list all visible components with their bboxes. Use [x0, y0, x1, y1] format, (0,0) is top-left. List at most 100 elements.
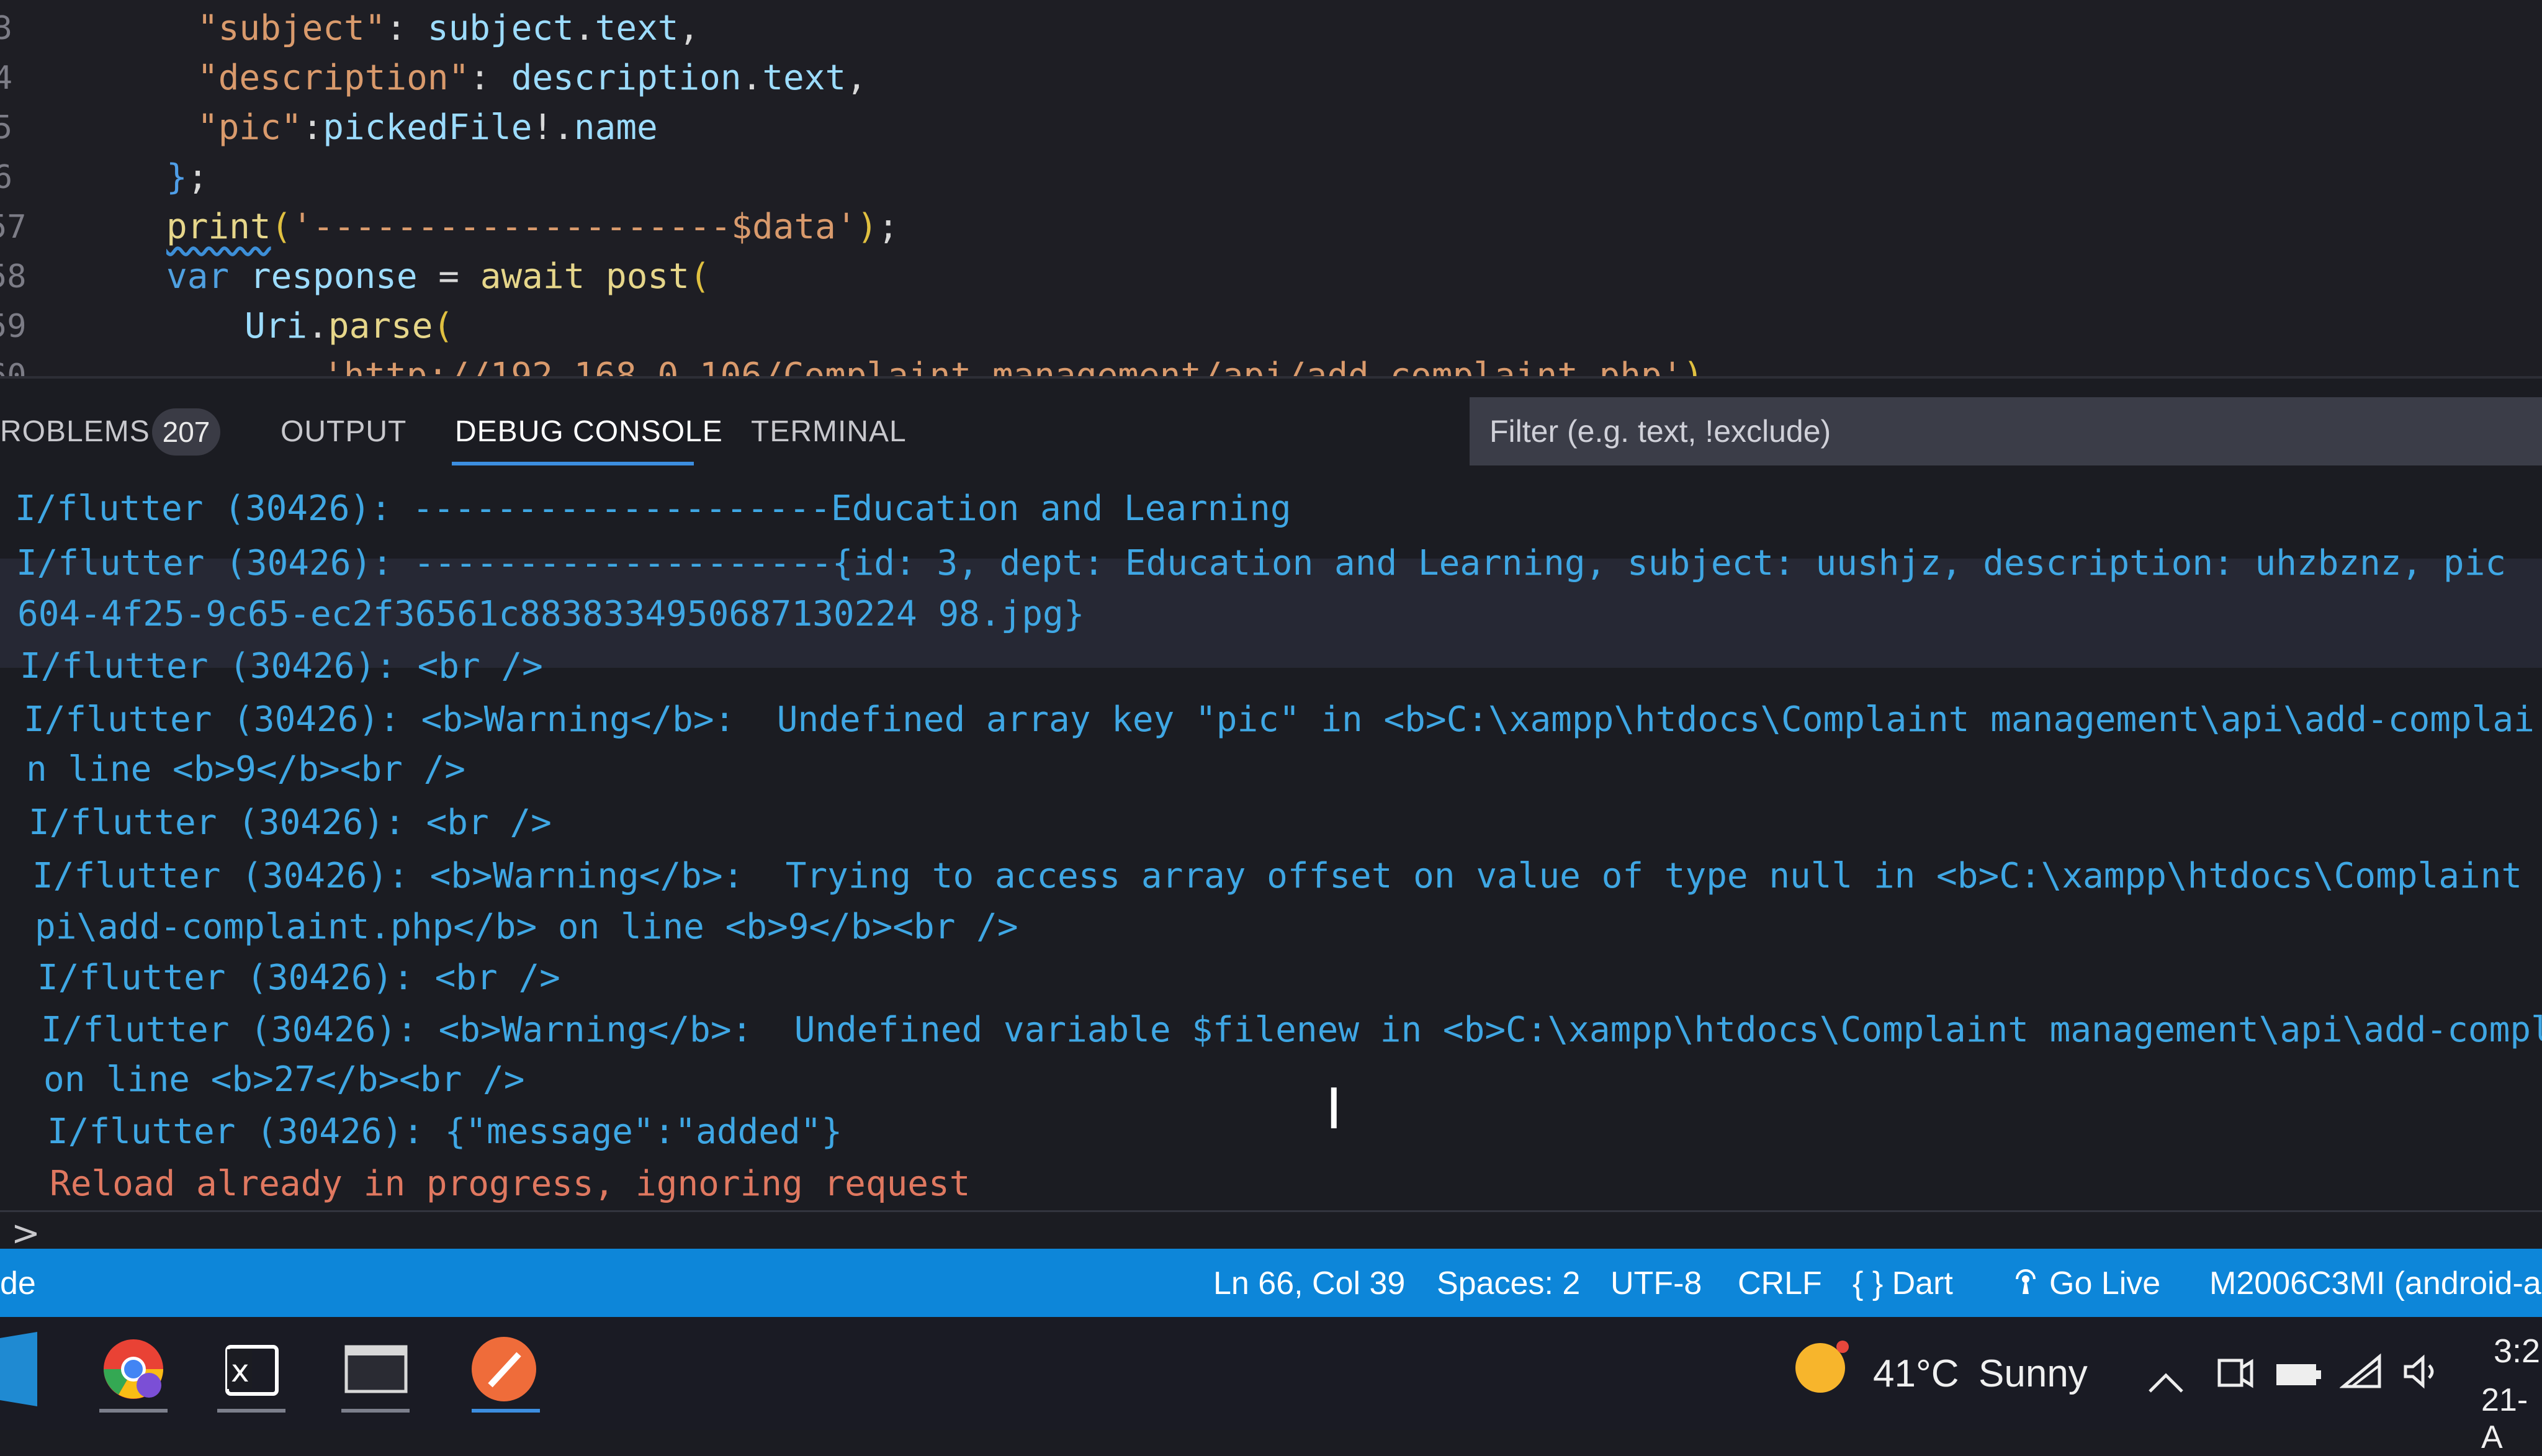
code-token: "subject": [197, 8, 386, 48]
code-token: .: [741, 58, 763, 98]
clock-date[interactable]: 21-A: [2481, 1382, 2542, 1456]
code-token: var: [166, 256, 230, 297]
broadcast-icon: [2011, 1267, 2041, 1305]
console-filter-input[interactable]: Filter (e.g. text, !exclude): [1470, 397, 2542, 465]
code-token: .: [307, 306, 328, 346]
code-token: Uri: [245, 306, 308, 346]
svg-text:x: x: [231, 1353, 249, 1389]
code-line[interactable]: 4 "description": description.text,: [0, 53, 2542, 103]
console-line: n line <b>9</b><br />: [26, 749, 466, 789]
code-line[interactable]: 3 "subject": subject.text,: [0, 4, 2542, 53]
battery-icon[interactable]: [2274, 1355, 2324, 1402]
clock-time[interactable]: 3:2: [2494, 1332, 2540, 1370]
console-input[interactable]: [0, 1210, 2542, 1249]
volume-icon[interactable]: [2402, 1353, 2445, 1400]
console-line: 604-4f25-9c65-ec2f36561c8838334950687130…: [17, 594, 1085, 634]
active-tab-indicator: [452, 462, 694, 465]
tab-problems[interactable]: ROBLEMS: [0, 415, 150, 449]
status-cursor-position[interactable]: Ln 66, Col 39: [1213, 1265, 1405, 1302]
text-cursor-icon: I: [1326, 1077, 1342, 1142]
console-line: I/flutter (30426): --------------------{…: [16, 543, 2507, 583]
code-token: await: [480, 256, 585, 297]
code-text: };: [166, 153, 208, 202]
code-text: 'http://192.168.0.106/Complaint_manageme…: [323, 351, 1704, 376]
terminal-icon[interactable]: [329, 1326, 422, 1419]
chevron-up-icon[interactable]: [2146, 1360, 2186, 1404]
status-eol[interactable]: CRLF: [1738, 1265, 1822, 1302]
code-line[interactable]: 58 var response = await post(: [0, 252, 2542, 302]
console-line: I/flutter (30426): <b>Warning</b>: Tryin…: [32, 856, 2542, 896]
status-encoding[interactable]: UTF-8: [1610, 1265, 1702, 1302]
console-line: I/flutter (30426): <b>Warning</b>: Undef…: [24, 699, 2535, 740]
code-token: .: [573, 8, 595, 48]
weather-description[interactable]: Sunny: [1978, 1352, 2088, 1396]
weather-temperature[interactable]: 41°C: [1873, 1352, 1959, 1396]
console-line: I/flutter (30426): --------------------E…: [15, 488, 1291, 529]
console-line: I/flutter (30426): {"message":"added"}: [47, 1112, 843, 1152]
line-number: 5: [0, 109, 12, 146]
code-token: :: [469, 58, 511, 98]
code-token: text: [762, 58, 847, 98]
code-line[interactable]: 60 'http://192.168.0.106/Complaint_manage…: [0, 351, 2542, 376]
problems-count-badge: 207: [152, 408, 220, 456]
code-token: parse: [328, 306, 433, 346]
code-token: !.: [532, 107, 574, 148]
status-language[interactable]: { } Dart: [1853, 1265, 1953, 1302]
line-number: 59: [0, 308, 27, 345]
code-token: ,: [846, 58, 867, 98]
code-text: var response = await post(: [166, 252, 711, 302]
console-line: I/flutter (30426): <b>Warning</b>: Undef…: [41, 1010, 2542, 1050]
line-number: 6: [0, 159, 12, 196]
line-number: 60: [0, 357, 27, 376]
code-token: (: [689, 256, 711, 297]
code-line[interactable]: 5 "pic":pickedFile!.name: [0, 103, 2542, 153]
code-editor[interactable]: 3 "subject": subject.text, 4 "description":…: [0, 0, 2542, 376]
status-bar: de Ln 66, Col 39 Spaces: 2 UTF-8 CRLF { …: [0, 1249, 2542, 1317]
console-line-error: Reload already in progress, ignoring req…: [50, 1164, 971, 1204]
panel-tabs: ROBLEMS 207 OUTPUT DEBUG CONSOLE TERMINA…: [0, 379, 2542, 485]
meet-now-icon[interactable]: [2216, 1352, 2255, 1404]
code-text: print('--------------------$data');: [166, 202, 899, 252]
excel-icon[interactable]: x: [205, 1326, 298, 1419]
code-token: ;: [187, 157, 209, 197]
chrome-icon[interactable]: [87, 1326, 180, 1419]
code-text: "subject": subject.text,: [197, 4, 699, 53]
line-number: 3: [0, 10, 12, 47]
code-line[interactable]: 59 Uri.parse(: [0, 302, 2542, 351]
code-token: =: [417, 256, 480, 297]
tab-debug-console[interactable]: DEBUG CONSOLE: [455, 415, 723, 449]
status-mode[interactable]: de: [0, 1265, 36, 1302]
wifi-icon[interactable]: [2339, 1353, 2383, 1400]
weather-sun-icon[interactable]: [1790, 1336, 1853, 1407]
code-token: }: [166, 157, 187, 197]
tab-output[interactable]: OUTPUT: [281, 415, 406, 449]
line-number: 58: [0, 258, 27, 295]
code-token: text: [595, 8, 679, 48]
code-token: :: [302, 107, 323, 148]
tab-terminal[interactable]: TERMINAL: [751, 415, 907, 449]
code-text: Uri.parse(: [245, 302, 454, 351]
status-indentation[interactable]: Spaces: 2: [1437, 1265, 1580, 1302]
code-token: print: [166, 207, 271, 247]
console-line: on line <b>27</b><br />: [43, 1059, 525, 1100]
vscode-icon[interactable]: [0, 1326, 93, 1419]
code-token: ;: [878, 207, 899, 247]
console-line: I/flutter (30426): <br />: [29, 802, 552, 843]
code-token: 'http://192.168.0.106/Complaint_manageme…: [323, 356, 1683, 376]
code-token: name: [573, 107, 658, 148]
postman-icon[interactable]: [459, 1326, 552, 1419]
code-line[interactable]: 6};: [0, 153, 2542, 202]
line-number: 57: [0, 209, 27, 246]
console-line: I/flutter (30426): <br />: [37, 958, 560, 998]
code-token: ): [1682, 356, 1704, 376]
status-golive[interactable]: Go Live: [2011, 1265, 2160, 1305]
code-token: "description": [197, 58, 470, 98]
status-device[interactable]: M2006C3MI (android-a: [2209, 1265, 2541, 1302]
code-token: '--------------------$data': [292, 207, 857, 247]
code-token: "pic": [197, 107, 302, 148]
code-line[interactable]: 57 print('--------------------$data');: [0, 202, 2542, 252]
code-token: ): [856, 207, 878, 247]
code-token: ,: [678, 8, 700, 48]
code-text: "description": description.text,: [197, 53, 867, 103]
debug-console-output[interactable]: I/flutter (30426): --------------------E…: [0, 484, 2542, 1229]
